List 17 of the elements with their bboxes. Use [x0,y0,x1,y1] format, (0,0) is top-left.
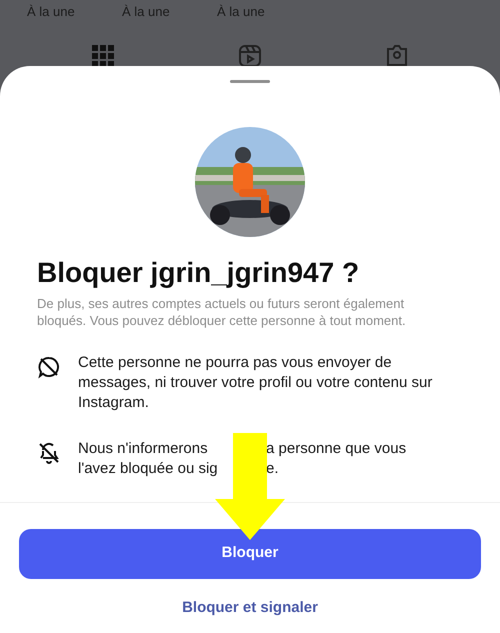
info-text: Nous n'informerons [78,439,209,459]
info-text: e. [266,459,279,479]
block-and-report-link[interactable]: Bloquer et signaler [182,596,318,619]
highlight-label[interactable]: À la une [217,2,275,22]
dialog-subtitle: De plus, ses autres comptes actuels ou futurs seront également bloqués. Vous pouvez débloquer cette personne à tout moment. [37,295,407,329]
grid-icon[interactable] [91,44,116,66]
dialog-title: Bloquer jgrin_jgrin947 ? [37,256,360,290]
highlight-label[interactable]: À la une [122,2,180,22]
message-off-icon [37,355,61,379]
highlight-label[interactable]: À la une [27,2,85,22]
info-text: a personne que vous [266,439,406,459]
video-icon[interactable] [238,44,262,66]
info-text: Cette personne ne pourra pas vous envoyer de messages, ni trouver votre profil ou votre contenu sur Instagram. [78,353,434,413]
drag-handle[interactable] [230,80,270,83]
block-button[interactable]: Bloquer [19,528,481,578]
bell-off-icon [37,441,61,465]
info-text: l'avez bloquée ou sig [78,459,219,479]
